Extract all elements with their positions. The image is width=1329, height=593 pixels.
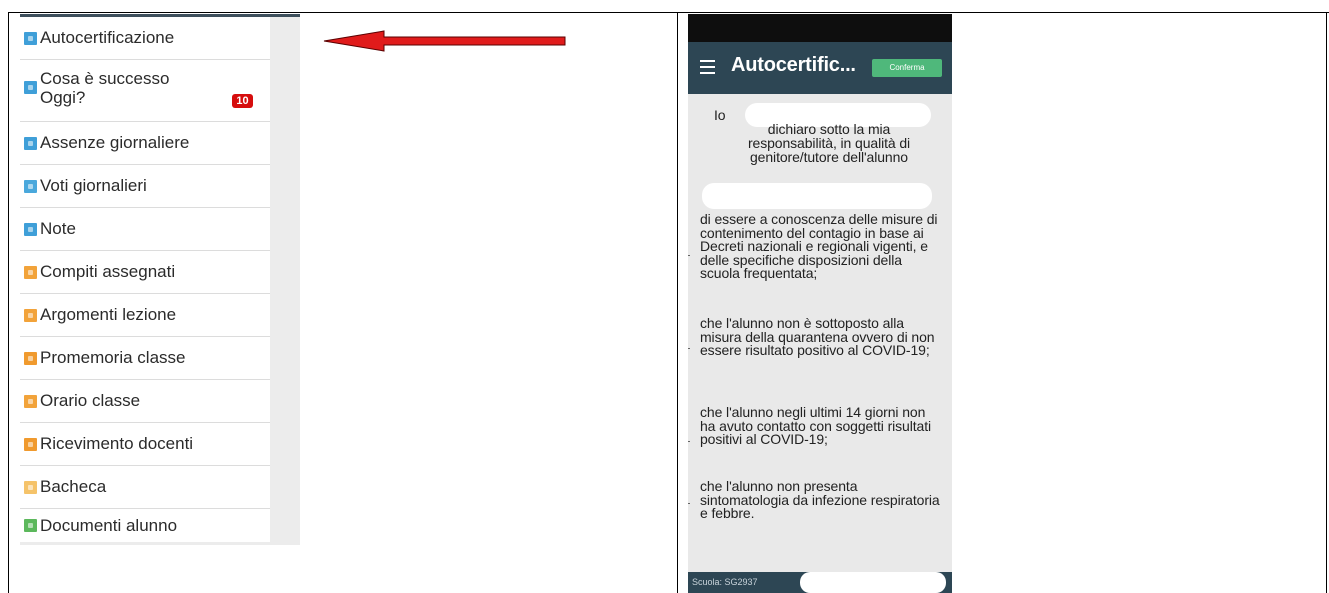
- reminder-square-icon: [24, 351, 37, 365]
- red-arrow-icon: [323, 30, 566, 52]
- notes-square-icon: [24, 222, 37, 236]
- menu-item[interactable]: Documenti alunno: [20, 509, 270, 542]
- menu-list: Autocertificazione Cosa è successo Oggi? 1…: [20, 17, 270, 542]
- statement-marker: [688, 441, 690, 442]
- calendar-square-icon: [24, 136, 37, 150]
- table-border-top: [8, 12, 1329, 13]
- menu-item-label: Assenze giornaliere: [40, 133, 190, 152]
- menu-item[interactable]: Ricevimento docenti: [20, 423, 270, 466]
- statement-1: di essere a conoscenza delle misure di c…: [700, 211, 938, 281]
- statement-marker: [688, 255, 690, 256]
- menu-item-label: Orario classe: [40, 391, 141, 410]
- school-code: Scuola: SG2937: [692, 577, 758, 587]
- declaration-body: Io dichiaro sotto la mia responsabilità,…: [688, 94, 952, 574]
- menu-item-label: Note: [40, 219, 76, 238]
- io-label: Io: [714, 107, 726, 123]
- app-header: Autocertific... Conferma: [688, 42, 952, 94]
- menu-item[interactable]: Orario classe: [20, 380, 270, 423]
- table-border-left: [8, 12, 9, 593]
- menu-item-label: Documenti alunno: [40, 515, 178, 535]
- menu-item-label: Cosa è successo Oggi?: [40, 69, 170, 107]
- redacted-footer-info: [800, 572, 946, 593]
- menu-item[interactable]: Argomenti lezione: [20, 294, 270, 337]
- phone-screen: Autocertific... Conferma Io dichiaro sot…: [688, 14, 952, 593]
- menu-item[interactable]: Promemoria classe: [20, 337, 270, 380]
- statement-2: che l'alunno non è sottoposto alla misur…: [700, 315, 935, 358]
- topics-square-icon: [24, 308, 37, 322]
- menu-item-label: Bacheca: [40, 477, 107, 496]
- table-border-right: [1326, 12, 1327, 593]
- menu-item-label: Argomenti lezione: [40, 305, 177, 324]
- menu-item-label: Autocertificazione: [40, 28, 175, 47]
- table-border-middle: [677, 12, 678, 593]
- statement-4: che l'alunno non presenta sintomatologia…: [700, 478, 940, 521]
- grades-square-icon: [24, 179, 37, 193]
- documents-square-icon: [24, 519, 37, 532]
- app-footer: Scuola: SG2937: [688, 572, 952, 593]
- notification-badge: 10: [232, 94, 253, 108]
- info-square-icon: [24, 31, 37, 45]
- statement-marker: [688, 348, 690, 349]
- menu-item[interactable]: Autocertificazione: [20, 17, 270, 60]
- menu-item[interactable]: Note: [20, 208, 270, 251]
- menu-item[interactable]: Assenze giornaliere: [20, 122, 270, 165]
- status-bar: [688, 14, 952, 42]
- menu-item-label: Promemoria classe: [40, 348, 186, 367]
- redacted-student-name: [702, 183, 932, 209]
- menu-item-label: Ricevimento docenti: [40, 434, 194, 453]
- statement-marker: [688, 503, 690, 504]
- menu-item[interactable]: Compiti assegnati: [20, 251, 270, 294]
- homework-square-icon: [24, 265, 37, 279]
- info-square-icon: [24, 81, 37, 94]
- declaration-text: dichiaro sotto la mia responsabilità, in…: [747, 121, 911, 165]
- menu-item-label: Compiti assegnati: [40, 262, 176, 281]
- menu-item-label: Voti giornalieri: [40, 176, 147, 195]
- menu-item[interactable]: Voti giornalieri: [20, 165, 270, 208]
- hamburger-menu-icon[interactable]: [700, 60, 715, 78]
- confirm-button[interactable]: Conferma: [872, 59, 942, 77]
- side-menu: Autocertificazione Cosa è successo Oggi? 1…: [20, 14, 300, 545]
- menu-item[interactable]: Bacheca: [20, 466, 270, 509]
- menu-item[interactable]: Cosa è successo Oggi? 10: [20, 60, 270, 122]
- page-title: Autocertific...: [731, 54, 856, 76]
- board-square-icon: [24, 480, 37, 494]
- meeting-square-icon: [24, 437, 37, 451]
- statement-3: che l'alunno negli ultimi 14 giorni non …: [700, 404, 932, 447]
- timetable-square-icon: [24, 394, 37, 408]
